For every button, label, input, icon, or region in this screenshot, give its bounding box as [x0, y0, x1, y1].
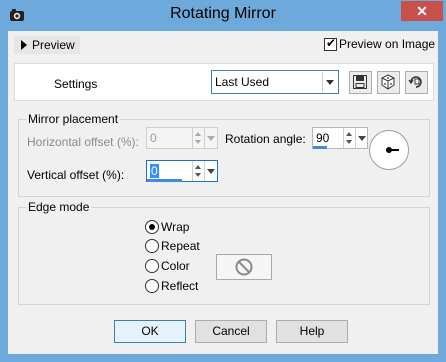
ok-button[interactable]: OK	[114, 320, 186, 343]
close-button[interactable]: ✕	[401, 1, 443, 21]
preview-on-image-label[interactable]: Preview on Image	[339, 37, 435, 51]
reset-button[interactable]	[405, 71, 428, 94]
wrap-radio-label[interactable]: Wrap	[161, 220, 189, 234]
horizontal-offset-label: Horizontal offset (%):	[27, 135, 139, 149]
expand-arrow-icon	[21, 40, 27, 50]
repeat-radio-label[interactable]: Repeat	[161, 239, 200, 253]
color-radio-label[interactable]: Color	[161, 259, 190, 273]
mirror-placement-group	[18, 119, 430, 197]
rotation-angle-spinner[interactable]: 90	[312, 127, 368, 149]
horizontal-offset-stepper[interactable]	[192, 128, 203, 148]
vertical-offset-slider[interactable]	[147, 179, 182, 182]
save-preset-icon	[353, 75, 367, 89]
reflect-radio[interactable]	[145, 279, 159, 293]
preview-toggle-button[interactable]: Preview	[14, 36, 80, 54]
edge-mode-title: Edge mode	[26, 200, 92, 214]
rotation-angle-stepper[interactable]	[343, 128, 354, 148]
vertical-offset-stepper[interactable]	[192, 161, 203, 181]
color-radio[interactable]	[145, 259, 159, 273]
window-title: Rotating Mirror	[170, 5, 276, 22]
settings-panel: Settings Last Used	[14, 63, 434, 101]
checkmark-icon: ✔	[326, 36, 337, 50]
randomize-button[interactable]	[377, 71, 400, 94]
preset-select[interactable]: Last Used	[211, 70, 339, 94]
vertical-offset-label: Vertical offset (%):	[27, 168, 125, 182]
dialog-body: Preview ✔ Preview on Image Settings Last…	[8, 31, 438, 354]
horizontal-offset-dropdown[interactable]	[204, 128, 216, 148]
preset-value: Last Used	[215, 75, 270, 89]
repeat-radio[interactable]	[145, 239, 159, 253]
horizontal-offset-spinner[interactable]: 0	[146, 127, 218, 149]
help-button[interactable]: Help	[276, 320, 348, 343]
reset-icon	[408, 76, 422, 88]
chevron-down-icon[interactable]	[322, 72, 337, 92]
vertical-offset-value[interactable]: 0	[150, 164, 159, 178]
settings-label: Settings	[54, 77, 98, 91]
preview-on-image-checkbox[interactable]: ✔	[324, 36, 337, 51]
rotation-angle-label: Rotation angle:	[225, 132, 306, 146]
vertical-offset-dropdown[interactable]	[204, 161, 216, 181]
rotation-angle-dropdown[interactable]	[355, 128, 367, 148]
edge-color-swatch[interactable]	[216, 254, 272, 280]
save-preset-button[interactable]	[349, 71, 372, 94]
rotation-angle-value: 90	[316, 131, 330, 145]
vertical-offset-spinner[interactable]: 0	[146, 160, 218, 182]
preview-toggle-label: Preview	[32, 38, 75, 52]
cancel-button[interactable]: Cancel	[195, 320, 267, 343]
no-color-icon	[235, 258, 253, 276]
reflect-radio-label[interactable]: Reflect	[161, 279, 198, 293]
dialog-window: Rotating Mirror ✕ Preview ✔ Preview on I…	[0, 0, 446, 362]
randomize-icon	[381, 74, 395, 90]
wrap-radio[interactable]	[145, 220, 159, 234]
mirror-placement-title: Mirror placement	[26, 112, 121, 126]
horizontal-offset-value: 0	[150, 131, 157, 145]
rotation-dial[interactable]	[369, 130, 409, 170]
title-bar[interactable]: Rotating Mirror ✕	[0, 0, 446, 30]
angle-indicator-icon	[386, 147, 399, 153]
rotation-angle-slider[interactable]	[313, 146, 327, 149]
